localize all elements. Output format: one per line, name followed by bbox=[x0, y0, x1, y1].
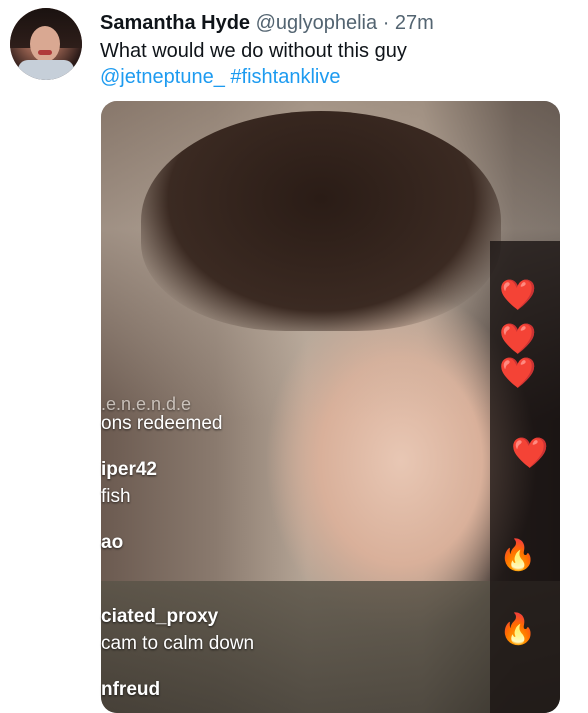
heart-icon: ❤️ bbox=[511, 437, 549, 470]
hashtag-link[interactable]: #fishtanklive bbox=[230, 66, 340, 88]
separator-dot: · bbox=[382, 12, 390, 34]
chat-line: .e.n.e.n.d.e bbox=[101, 394, 192, 414]
chat-line: ons redeemed bbox=[101, 413, 223, 434]
media-hair bbox=[141, 111, 501, 331]
chat-line: fish bbox=[101, 486, 131, 507]
chat-username: ciated_proxy bbox=[101, 606, 219, 627]
fire-icon: 🔥 bbox=[499, 613, 537, 646]
mention-link[interactable]: @jetneptune_ bbox=[100, 66, 225, 88]
avatar-face bbox=[30, 26, 60, 62]
chat-username: ao bbox=[101, 532, 124, 553]
chat-username: nfreud bbox=[101, 679, 161, 700]
chat-line: cam to calm down bbox=[101, 633, 255, 654]
profile-avatar[interactable] bbox=[10, 8, 82, 80]
tweet-timestamp[interactable]: 27m bbox=[395, 12, 434, 34]
heart-icon: ❤️ bbox=[499, 357, 537, 390]
fire-icon: 🔥 bbox=[499, 539, 537, 572]
tweet-text: What would we do without this guy bbox=[100, 40, 407, 62]
chat-username: iper42 bbox=[101, 459, 157, 480]
tweet-header: Samantha Hyde @uglyophelia · 27m bbox=[100, 10, 434, 36]
author-name[interactable]: Samantha Hyde bbox=[100, 12, 250, 34]
avatar-arm bbox=[18, 60, 74, 80]
tweet-body: What would we do without this guy @jetne… bbox=[100, 38, 570, 90]
avatar-lips bbox=[38, 50, 52, 55]
tweet-links: @jetneptune_ #fishtanklive bbox=[100, 64, 570, 90]
heart-icon: ❤️ bbox=[499, 323, 537, 356]
author-handle[interactable]: @uglyophelia bbox=[256, 12, 378, 34]
heart-icon: ❤️ bbox=[499, 279, 537, 312]
